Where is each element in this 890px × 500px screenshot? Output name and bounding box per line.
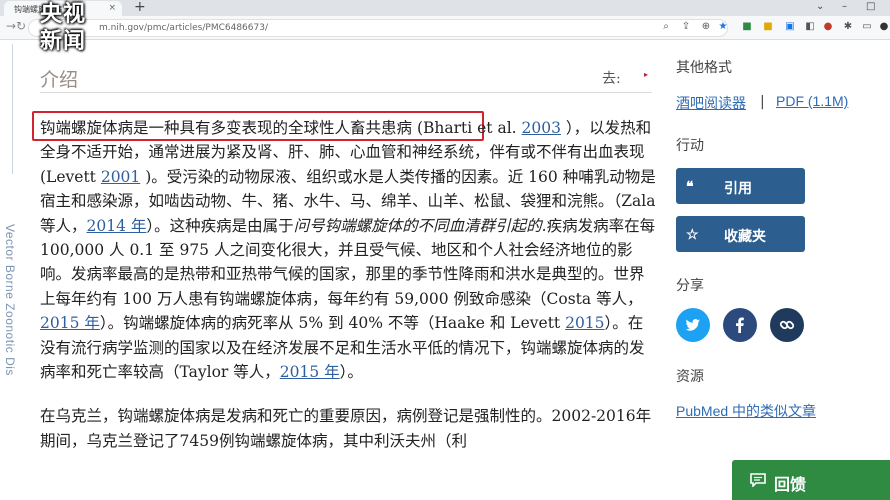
star-icon[interactable]: ★ (717, 21, 729, 33)
zoom-icon[interactable]: ⌕ (660, 21, 672, 33)
puzzle-icon[interactable]: ✱ (842, 21, 854, 33)
extension-icon[interactable]: ■ (762, 21, 774, 33)
triangle-right-icon[interactable]: ▸ (644, 70, 648, 79)
maximize-icon[interactable]: □ (866, 1, 875, 12)
share-page-icon[interactable]: ⇪ (680, 21, 692, 33)
reference-link[interactable]: 2015 年 (280, 363, 340, 381)
feedback-label: 回馈 (774, 477, 807, 494)
italic-text: 问号钩端螺旋体的不同血清群引起的. (293, 216, 547, 235)
text-span: ）。钩端螺旋体病的病死率从 5% 到 40% 不等（Haake 和 Levett (99, 314, 566, 333)
translate-icon[interactable]: ⊕ (700, 21, 712, 33)
chevron-down-icon[interactable]: ⌄ (816, 1, 824, 12)
extension-icon[interactable]: ◧ (804, 21, 816, 33)
text-span: (Bharti et al. (412, 119, 522, 137)
browser-toolbar: → ↻ m.nih.gov/pmc/articles/PMC6486673/ ⌕… (0, 16, 890, 40)
reload-icon[interactable]: ↻ (16, 19, 26, 33)
divider (12, 44, 13, 174)
cite-button[interactable]: ❝ 引用 (676, 168, 805, 204)
quote-icon: ❝ (686, 178, 694, 194)
minimize-icon[interactable]: – (842, 1, 847, 12)
facebook-icon (736, 317, 744, 333)
reference-link[interactable]: 2003 (522, 119, 561, 137)
new-tab-icon[interactable]: + (134, 0, 146, 15)
back-icon[interactable]: → (6, 19, 16, 33)
actions-heading: 行动 (676, 137, 704, 153)
paragraph: 钩端螺旋体病是一种具有多变表现的全球性人畜共患病 (Bharti et al. … (40, 116, 656, 384)
url-text: m.nih.gov/pmc/articles/PMC6486673/ (99, 23, 268, 33)
twitter-icon (685, 319, 700, 331)
goto-link[interactable]: 去: (602, 68, 621, 88)
resources-heading: 资源 (676, 368, 704, 384)
article-body: 钩端螺旋体病是一种具有多变表现的全球性人畜共患病 (Bharti et al. … (40, 116, 656, 453)
extension-icon[interactable]: ● (822, 21, 834, 33)
address-bar[interactable]: m.nih.gov/pmc/articles/PMC6486673/ (28, 19, 728, 37)
twitter-share-button[interactable] (676, 308, 710, 342)
journal-side-tab[interactable]: Vector Borne Zoonotic Dis (0, 44, 22, 500)
pdf-link[interactable]: PDF (1.1M) (776, 93, 848, 109)
browser-tab-bar: 钩端螺旋体病 × + ⌄ – □ (0, 0, 890, 16)
permalink-share-button[interactable] (770, 308, 804, 342)
star-icon: ☆ (686, 226, 699, 242)
avatar[interactable]: ● (878, 21, 890, 33)
section-title: 介绍 (40, 69, 79, 91)
reference-link[interactable]: 2015 (565, 314, 604, 332)
logo: 央视 新闻 (40, 2, 87, 54)
reference-link[interactable]: 2001 (101, 168, 140, 186)
share-heading: 分享 (676, 277, 704, 293)
sidebar-icon[interactable]: ▭ (861, 21, 873, 33)
text-span: ）。 (339, 363, 363, 382)
divider (40, 92, 652, 93)
reference-link[interactable]: 2014 年 (87, 217, 147, 235)
favorite-label: 收藏夹 (724, 228, 766, 244)
text-span: ）。这种疾病是由属于 (146, 216, 294, 235)
favorite-button[interactable]: ☆ 收藏夹 (676, 216, 805, 252)
extension-icon[interactable]: ■ (741, 21, 753, 33)
pubmed-similar-link[interactable]: PubMed 中的类似文章 (676, 401, 816, 421)
other-formats-heading: 其他格式 (676, 59, 732, 75)
reference-link[interactable]: 2015 年 (40, 314, 100, 332)
paragraph: 在乌克兰，钩端螺旋体病是发病和死亡的重要原因，病例登记是强制性的。2002-20… (40, 407, 652, 450)
reader-link[interactable]: 酒吧阅读器 (676, 93, 746, 113)
comment-icon (750, 473, 766, 487)
link-icon (779, 320, 795, 330)
journal-name: Vector Borne Zoonotic Dis (3, 224, 17, 376)
separator: | (760, 94, 765, 110)
highlighted-sentence: 钩端螺旋体病是一种具有多变表现的全球性人畜共患病 (40, 119, 413, 137)
facebook-share-button[interactable] (723, 308, 757, 342)
cite-label: 引用 (724, 180, 752, 196)
extension-icon[interactable]: ▣ (784, 21, 796, 33)
feedback-button[interactable]: 回馈 (732, 460, 890, 500)
